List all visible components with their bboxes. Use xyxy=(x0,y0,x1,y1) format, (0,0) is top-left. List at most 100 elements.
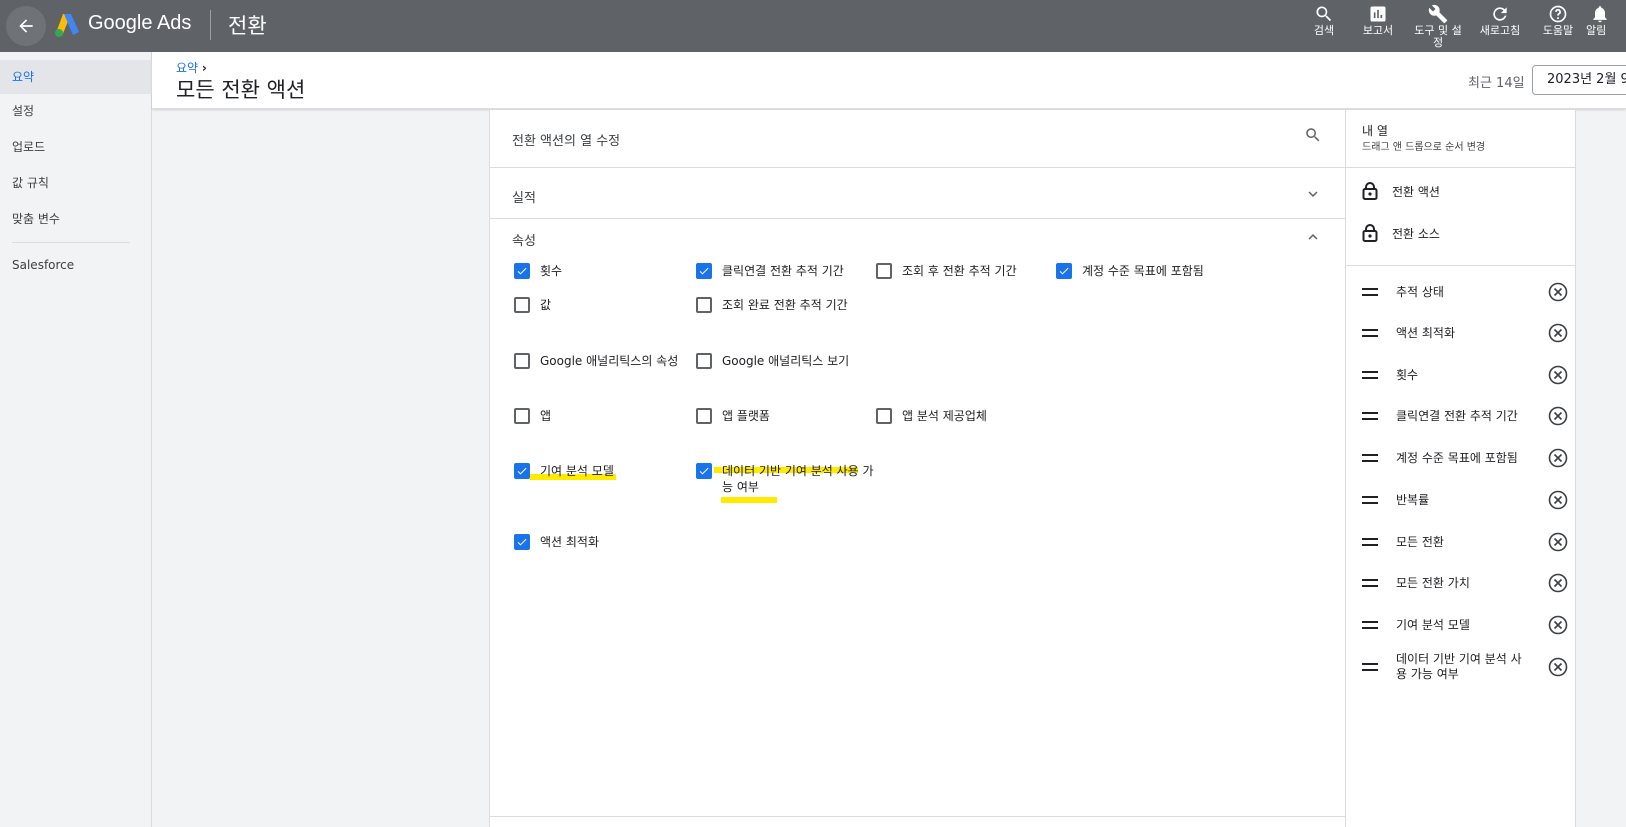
search-button[interactable]: 검색 xyxy=(1294,2,1354,50)
column-item-label: 기여 분석 모델 xyxy=(1396,617,1470,632)
drag-handle-icon[interactable] xyxy=(1362,454,1378,462)
checkbox-checked[interactable] xyxy=(696,263,712,279)
sidebar-item-value-rules[interactable]: 값 규칙 xyxy=(0,166,152,200)
option-account-level-goal[interactable]: 계정 수준 목표에 포함됨 xyxy=(1056,263,1204,279)
remove-column-icon[interactable] xyxy=(1548,282,1568,302)
sidebar-item-summary[interactable]: 요약 xyxy=(0,60,152,94)
alerts-button-label: 알림 xyxy=(1586,24,1607,37)
option-value[interactable]: 값 xyxy=(514,297,551,313)
remove-column-icon[interactable] xyxy=(1548,490,1568,510)
checkbox-unchecked[interactable] xyxy=(876,263,892,279)
column-item-count[interactable]: 횟수 xyxy=(1362,355,1572,395)
tools-settings-button[interactable]: 도구 및 설정 xyxy=(1406,2,1470,50)
divider xyxy=(490,218,1345,219)
option-ga-property[interactable]: Google 애널리틱스의 속성 xyxy=(514,353,678,369)
column-search-button[interactable] xyxy=(1304,126,1322,148)
help-button[interactable]: 도움말 xyxy=(1528,2,1588,50)
remove-column-icon[interactable] xyxy=(1548,365,1568,385)
column-item-tracking-status[interactable]: 추적 상태 xyxy=(1362,272,1572,312)
sidebar-item-salesforce[interactable]: Salesforce xyxy=(0,248,152,282)
sidebar-divider xyxy=(12,242,130,243)
sidebar-item-custom-variables[interactable]: 맞춤 변수 xyxy=(0,202,152,236)
date-range-picker[interactable]: 2023년 2월 9일 xyxy=(1532,65,1626,95)
checkbox-unchecked[interactable] xyxy=(514,408,530,424)
option-click-through-window[interactable]: 클릭연결 전환 추적 기간 xyxy=(696,263,844,279)
remove-column-icon[interactable] xyxy=(1548,323,1568,343)
lock-icon xyxy=(1362,224,1378,242)
drag-handle-icon[interactable] xyxy=(1362,329,1378,337)
remove-column-icon[interactable] xyxy=(1548,532,1568,552)
option-data-driven-attribution-eligibility[interactable]: 데이터 기반 기여 분석 사용 가능 여부 xyxy=(696,463,882,495)
column-item-label: 추적 상태 xyxy=(1396,284,1444,299)
drag-handle-icon[interactable] xyxy=(1362,371,1378,379)
chevron-up-icon[interactable] xyxy=(1304,228,1322,246)
column-item-data-driven-attribution-eligibility[interactable]: 데이터 기반 기여 분석 사용 가능 여부 xyxy=(1362,647,1572,687)
checkbox-unchecked[interactable] xyxy=(876,408,892,424)
drag-handle-icon[interactable] xyxy=(1362,496,1378,504)
breadcrumb-link-summary[interactable]: 요약 xyxy=(176,61,198,75)
column-item-label: 액션 최적화 xyxy=(1396,325,1456,340)
check-icon xyxy=(517,267,527,275)
remove-column-icon[interactable] xyxy=(1548,615,1568,635)
checkbox-unchecked[interactable] xyxy=(696,297,712,313)
column-item-click-through-window[interactable]: 클릭연결 전환 추적 기간 xyxy=(1362,396,1572,436)
chevron-down-icon[interactable] xyxy=(1304,185,1322,203)
column-item-label: 클릭연결 전환 추적 기간 xyxy=(1396,408,1518,423)
sidebar-item-settings[interactable]: 설정 xyxy=(0,94,152,128)
check-icon xyxy=(1059,267,1069,275)
back-button[interactable] xyxy=(6,6,46,46)
drag-handle-icon[interactable] xyxy=(1362,412,1378,420)
option-attribution-model[interactable]: 기여 분석 모델 xyxy=(514,463,614,479)
refresh-button[interactable]: 새로고침 xyxy=(1470,2,1530,50)
checkbox-unchecked[interactable] xyxy=(696,408,712,424)
drag-handle-icon[interactable] xyxy=(1362,621,1378,629)
section-performance-header[interactable]: 실적 xyxy=(512,187,536,206)
topbar-divider xyxy=(210,10,211,40)
date-range-label: 최근 14일 xyxy=(1468,76,1525,91)
column-item-all-conversion-value[interactable]: 모든 전환 가치 xyxy=(1362,563,1572,603)
option-label: 클릭연결 전환 추적 기간 xyxy=(722,264,844,278)
option-engaged-view-window[interactable]: 조회 완료 전환 추적 기간 xyxy=(696,297,848,313)
checkbox-checked[interactable] xyxy=(514,263,530,279)
checkbox-checked[interactable] xyxy=(514,463,530,479)
checkbox-checked[interactable] xyxy=(696,463,712,479)
option-action-optimization[interactable]: 액션 최적화 xyxy=(514,534,599,550)
option-label: 값 xyxy=(540,298,552,312)
drag-handle-icon[interactable] xyxy=(1362,538,1378,546)
brand-name: Google Ads xyxy=(88,12,192,34)
section-attributes-header[interactable]: 속성 xyxy=(512,230,536,249)
remove-column-icon[interactable] xyxy=(1548,406,1568,426)
alerts-button[interactable]: 알림 xyxy=(1580,2,1626,50)
drag-handle-icon[interactable] xyxy=(1362,579,1378,587)
column-item-label: 반복률 xyxy=(1396,492,1430,507)
option-label: 횟수 xyxy=(540,264,563,278)
column-item-action-optimization[interactable]: 액션 최적화 xyxy=(1362,313,1572,353)
sidebar-item-uploads[interactable]: 업로드 xyxy=(0,130,152,164)
option-app-analytics-provider[interactable]: 앱 분석 제공업체 xyxy=(876,408,987,424)
reports-button[interactable]: 보고서 xyxy=(1348,2,1408,50)
remove-column-icon[interactable] xyxy=(1548,657,1568,677)
checkbox-checked[interactable] xyxy=(514,534,530,550)
option-count[interactable]: 횟수 xyxy=(514,263,562,279)
bar-chart-icon xyxy=(1370,6,1386,22)
remove-column-icon[interactable] xyxy=(1548,448,1568,468)
column-item-attribution-model[interactable]: 기여 분석 모델 xyxy=(1362,605,1572,645)
checkbox-checked[interactable] xyxy=(1056,263,1072,279)
column-item-account-level-goal[interactable]: 계정 수준 목표에 포함됨 xyxy=(1362,438,1572,478)
locked-column-conversion-source: 전환 소스 xyxy=(1362,224,1440,242)
drag-handle-icon[interactable] xyxy=(1362,288,1378,296)
column-item-all-conversions[interactable]: 모든 전환 xyxy=(1362,522,1572,562)
help-circle-icon xyxy=(1549,5,1567,23)
checkbox-unchecked[interactable] xyxy=(514,297,530,313)
drag-handle-icon[interactable] xyxy=(1362,663,1378,671)
column-item-repeat-rate[interactable]: 반복률 xyxy=(1362,480,1572,520)
wrench-icon xyxy=(1428,4,1448,24)
option-app[interactable]: 앱 xyxy=(514,408,551,424)
top-app-bar: Google Ads 전환 검색 보고서 도구 및 설정 새로고침 도움말 알림 xyxy=(0,0,1626,52)
checkbox-unchecked[interactable] xyxy=(696,353,712,369)
option-ga-view[interactable]: Google 애널리틱스 보기 xyxy=(696,353,849,369)
checkbox-unchecked[interactable] xyxy=(514,353,530,369)
remove-column-icon[interactable] xyxy=(1548,573,1568,593)
option-view-through-window[interactable]: 조회 후 전환 추적 기간 xyxy=(876,263,1017,279)
option-app-platform[interactable]: 앱 플랫폼 xyxy=(696,408,770,424)
